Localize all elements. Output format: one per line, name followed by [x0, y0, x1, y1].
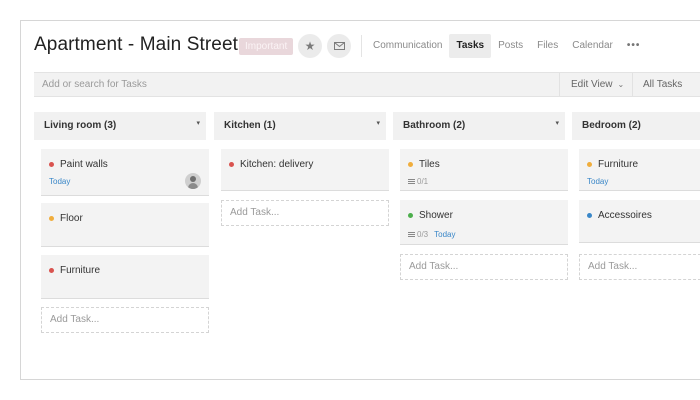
- header-divider: [361, 35, 362, 57]
- task-title-row: Tiles: [408, 159, 440, 170]
- column-header[interactable]: Kitchen (1) ▾: [214, 112, 386, 140]
- checklist-icon: [408, 231, 415, 238]
- board-column-living-room: Living room (3) ▾ Paint walls Today Floo…: [34, 112, 215, 379]
- task-title: Kitchen: delivery: [240, 159, 314, 170]
- priority-dot: [408, 162, 413, 167]
- priority-dot: [587, 162, 592, 167]
- task-title: Tiles: [419, 159, 440, 170]
- priority-dot: [229, 162, 234, 167]
- add-task-button[interactable]: Add Task...: [579, 254, 700, 280]
- tab-tasks[interactable]: Tasks: [449, 34, 492, 58]
- task-card[interactable]: Tiles 0/1: [400, 149, 568, 191]
- task-title-row: Shower: [408, 210, 453, 221]
- tab-calendar[interactable]: Calendar: [565, 34, 620, 58]
- column-header[interactable]: Bedroom (2): [572, 112, 700, 140]
- add-task-button[interactable]: Add Task...: [221, 200, 389, 226]
- priority-dot: [49, 268, 54, 273]
- task-title: Furniture: [598, 159, 639, 170]
- checklist-count: 0/3: [417, 230, 429, 239]
- task-title-row: Accessoires: [587, 210, 652, 221]
- task-title-row: Furniture: [587, 159, 638, 170]
- add-task-button[interactable]: Add Task...: [400, 254, 568, 280]
- column-title: Living room (3): [44, 120, 117, 131]
- project-window: Apartment - Main Street ... Important ★ …: [20, 20, 700, 380]
- project-tabs: Communication Tasks Posts Files Calendar…: [366, 34, 647, 58]
- checklist-progress: 0/1: [408, 177, 428, 186]
- add-task-button[interactable]: Add Task...: [41, 307, 209, 333]
- column-title: Kitchen (1): [224, 120, 276, 131]
- task-meta-row: 0/1: [408, 177, 434, 186]
- project-title: Apartment - Main Street ...: [34, 34, 260, 55]
- project-header: Apartment - Main Street ... Important ★ …: [21, 21, 700, 73]
- task-toolbar: Edit View ⌄ All Tasks: [34, 72, 700, 97]
- task-title-row: Floor: [49, 213, 83, 224]
- toolbar-divider: [632, 73, 633, 96]
- task-card[interactable]: Kitchen: delivery: [221, 149, 389, 191]
- priority-dot: [49, 216, 54, 221]
- more-tabs-button[interactable]: •••: [620, 34, 648, 58]
- priority-dot: [587, 213, 592, 218]
- task-card[interactable]: Floor: [41, 203, 209, 247]
- priority-dot: [49, 162, 54, 167]
- task-card[interactable]: Paint walls Today: [41, 149, 209, 196]
- task-card[interactable]: Accessoires: [579, 200, 700, 243]
- column-header[interactable]: Bathroom (2) ▾: [393, 112, 565, 140]
- chevron-down-icon: ⌄: [617, 80, 625, 89]
- task-card[interactable]: Furniture Today: [579, 149, 700, 191]
- task-search-input[interactable]: [34, 73, 559, 96]
- task-title: Shower: [419, 210, 453, 221]
- star-button[interactable]: ★: [298, 34, 322, 58]
- caret-down-icon[interactable]: ▾: [376, 112, 380, 136]
- column-title: Bedroom (2): [582, 120, 641, 131]
- task-card[interactable]: Furniture: [41, 255, 209, 299]
- due-date: Today: [49, 177, 71, 186]
- task-title: Paint walls: [60, 159, 108, 170]
- caret-down-icon[interactable]: ▾: [196, 112, 200, 136]
- edit-view-dropdown[interactable]: Edit View ⌄: [571, 73, 624, 96]
- board-column-bathroom: Bathroom (2) ▾ Tiles 0/1 Shower 0/3 Toda…: [393, 112, 574, 379]
- task-title-row: Furniture: [49, 265, 100, 276]
- caret-down-icon[interactable]: ▾: [555, 112, 559, 136]
- toolbar-divider: [559, 73, 560, 96]
- due-date: Today: [587, 177, 609, 186]
- tab-posts[interactable]: Posts: [491, 34, 530, 58]
- task-meta-row: 0/3 Today: [408, 230, 455, 239]
- task-title-row: Kitchen: delivery: [229, 159, 313, 170]
- priority-dot: [408, 213, 413, 218]
- importance-badge[interactable]: Important: [239, 38, 294, 55]
- assignee-avatar[interactable]: [185, 173, 201, 189]
- column-title: Bathroom (2): [403, 120, 466, 131]
- all-tasks-filter[interactable]: All Tasks: [643, 73, 682, 96]
- task-title: Floor: [60, 213, 83, 224]
- tab-files[interactable]: Files: [530, 34, 565, 58]
- task-board: Living room (3) ▾ Paint walls Today Floo…: [34, 112, 700, 379]
- board-column-kitchen: Kitchen (1) ▾ Kitchen: delivery Add Task…: [214, 112, 395, 379]
- task-title: Accessoires: [598, 210, 652, 221]
- edit-view-label: Edit View: [571, 79, 613, 90]
- task-title-row: Paint walls: [49, 159, 108, 170]
- star-icon: ★: [304, 39, 316, 53]
- mail-button[interactable]: [327, 34, 351, 58]
- checklist-progress: 0/3: [408, 230, 428, 239]
- due-date: Today: [434, 230, 456, 239]
- task-card[interactable]: Shower 0/3 Today: [400, 200, 568, 245]
- mail-icon: [333, 39, 345, 53]
- task-title: Furniture: [60, 265, 101, 276]
- board-column-bedroom: Bedroom (2) Furniture Today Accessoires …: [572, 112, 700, 379]
- tab-communication[interactable]: Communication: [366, 34, 449, 58]
- checklist-count: 0/1: [417, 177, 429, 186]
- column-header[interactable]: Living room (3) ▾: [34, 112, 206, 140]
- checklist-icon: [408, 178, 415, 185]
